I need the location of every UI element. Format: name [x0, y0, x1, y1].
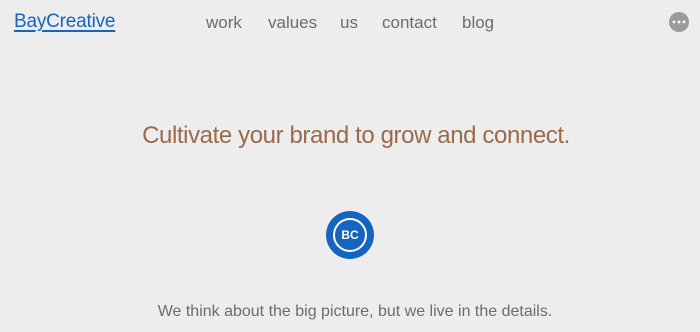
nav-link-contact[interactable]: contact	[382, 13, 437, 33]
more-menu-button[interactable]	[669, 12, 689, 32]
nav-link-us[interactable]: us	[340, 13, 358, 33]
tagline: We think about the big picture, but we l…	[157, 303, 553, 320]
hero-title: Cultivate your brand to grow and connect…	[142, 122, 570, 149]
nav-link-work[interactable]: work	[206, 13, 242, 33]
main-nav: work values us contact blog	[0, 13, 700, 35]
more-horizontal-icon	[672, 20, 686, 24]
badge-text: BC	[333, 218, 367, 252]
bc-badge-logo: BC	[326, 211, 374, 259]
nav-link-values[interactable]: values	[268, 13, 317, 33]
nav-link-blog[interactable]: blog	[462, 13, 494, 33]
